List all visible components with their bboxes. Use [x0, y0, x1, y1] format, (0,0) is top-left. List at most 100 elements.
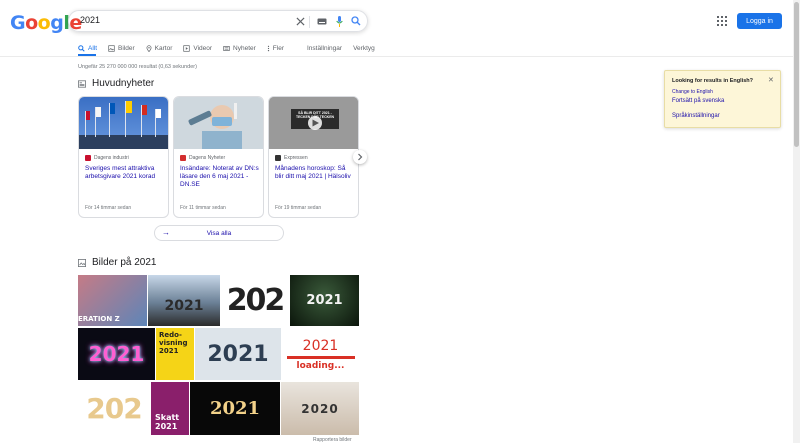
image-result[interactable]: ERATION Z — [78, 275, 147, 326]
source-name: Expressen — [284, 155, 308, 161]
news-icon — [78, 79, 86, 88]
result-stats: Ungefär 25 270 000 000 resultat (0,63 se… — [78, 64, 197, 70]
news-icon — [223, 45, 230, 51]
next-arrow-icon[interactable] — [353, 150, 367, 164]
section-title: Huvudnyheter — [92, 78, 155, 89]
image-text: loading... — [296, 360, 345, 371]
news-card[interactable]: SÅ BLIR DITT 2021 - TECKEN FÖR TECKEN Ex… — [268, 96, 359, 218]
image-result[interactable]: 2020 — [281, 382, 359, 435]
news-title[interactable]: Månadens horoskop: Så blir ditt maj 2021… — [275, 165, 355, 181]
report-images-link[interactable]: Rapportera bilder — [313, 437, 352, 443]
news-source: Dagens industri — [85, 155, 129, 161]
search-icon — [78, 44, 85, 52]
image-text: 2021 — [207, 341, 269, 367]
source-favicon-icon — [180, 155, 186, 161]
source-favicon-icon — [275, 155, 281, 161]
tab-label: Kartor — [154, 44, 173, 52]
image-text: ERATION Z — [78, 315, 120, 323]
clear-icon[interactable] — [293, 14, 307, 28]
scrollbar-thumb[interactable] — [794, 2, 799, 147]
search-divider — [309, 16, 310, 28]
search-box[interactable]: 2021 — [68, 10, 368, 32]
image-result[interactable]: 2021 loading... — [282, 328, 359, 380]
image-text: 2021 — [209, 398, 261, 419]
image-result[interactable]: 202 — [78, 382, 150, 435]
news-thumbnail — [79, 97, 168, 149]
language-prompt-title: Looking for results in English? — [672, 78, 753, 84]
language-settings-link[interactable]: Språkinställningar — [672, 113, 720, 119]
microphone-icon[interactable] — [332, 14, 346, 28]
news-card[interactable]: Dagens Nyheter Insändare: Noterat av DN:… — [173, 96, 264, 218]
image-text: 2021 — [88, 342, 145, 366]
news-time: För 14 timmar sedan — [85, 205, 132, 211]
tab-tools[interactable]: Verktyg — [353, 42, 375, 54]
loading-bar — [286, 355, 355, 359]
news-title[interactable]: Insändare: Noterat av DN:s läsare den 6 … — [180, 165, 260, 189]
image-text: 2021 — [306, 293, 343, 308]
change-to-english-link[interactable]: Change to English — [672, 89, 713, 95]
search-icon[interactable] — [349, 14, 363, 28]
news-thumbnail: SÅ BLIR DITT 2021 - TECKEN FÖR TECKEN — [269, 97, 358, 149]
image-icon — [78, 258, 86, 267]
video-icon — [183, 44, 191, 52]
image-result[interactable]: 2021 — [78, 328, 155, 380]
tab-maps[interactable]: Kartor — [146, 42, 173, 54]
tab-label: Videor — [193, 44, 213, 52]
image-text: 2021 — [302, 337, 339, 354]
image-result[interactable]: 2021 — [148, 275, 220, 326]
logo-letter: g — [50, 12, 64, 34]
thumbnail-caption: SÅ BLIR DITT 2021 - TECKEN FÖR TECKEN — [295, 111, 335, 119]
arrow-right-icon: → — [162, 228, 170, 237]
tab-label: Inställningar — [307, 44, 343, 52]
tab-label: Allt — [88, 44, 98, 52]
image-result[interactable]: 2021 — [290, 275, 359, 326]
news-time: För 19 timmar sedan — [275, 205, 322, 211]
image-text: 202 — [226, 283, 286, 318]
tab-label: Bilder — [118, 44, 135, 52]
image-text: Skatt 2021 — [155, 413, 180, 431]
image-result[interactable]: Redo-visning 2021 — [156, 328, 194, 380]
close-icon[interactable]: ✕ — [768, 76, 774, 84]
continue-swedish-link[interactable]: Fortsätt på svenska — [672, 98, 724, 104]
logo-letter: o — [37, 12, 51, 34]
news-title[interactable]: Sveriges mest attraktiva arbetsgivare 20… — [85, 165, 165, 181]
images-heading: Bilder på 2021 — [78, 257, 157, 268]
tab-settings[interactable]: Inställningar — [307, 42, 342, 54]
tab-videos[interactable]: Videor — [183, 42, 212, 54]
search-tabs: Allt Bilder Kartor Videor Nyheter Fler I… — [78, 42, 386, 56]
image-icon — [108, 44, 115, 52]
tab-images[interactable]: Bilder — [108, 42, 135, 54]
image-result[interactable]: Skatt 2021 — [151, 382, 189, 435]
logo-letter: o — [25, 12, 38, 34]
search-input[interactable]: 2021 — [80, 15, 100, 25]
section-title: Bilder på 2021 — [92, 257, 157, 268]
news-source: Expressen — [275, 155, 308, 161]
image-result[interactable]: 2021 — [190, 382, 280, 435]
map-pin-icon — [146, 44, 152, 52]
image-text: 2021 — [164, 297, 204, 314]
image-text: 2020 — [301, 401, 339, 416]
scrollbar[interactable] — [793, 0, 800, 443]
header-divider — [0, 56, 800, 57]
more-icon — [267, 45, 269, 51]
image-result[interactable]: 2021 — [195, 328, 281, 380]
news-thumbnail — [174, 97, 263, 149]
tab-news[interactable]: Nyheter — [223, 42, 256, 54]
source-favicon-icon — [85, 155, 91, 161]
view-all-button[interactable]: → Visa alla — [154, 225, 284, 241]
news-time: För 11 timmar sedan — [180, 205, 226, 211]
keyboard-icon[interactable] — [315, 14, 329, 28]
apps-grid-icon[interactable] — [717, 16, 727, 26]
news-card[interactable]: Dagens industri Sveriges mest attraktiva… — [78, 96, 169, 218]
logo-letter: G — [10, 12, 26, 34]
image-result[interactable]: 202 — [221, 275, 289, 326]
view-all-label: Visa alla — [206, 229, 232, 237]
tab-label: Nyheter — [233, 44, 256, 52]
source-name: Dagens Nyheter — [189, 155, 226, 161]
tab-more[interactable]: Fler — [267, 42, 284, 54]
source-name: Dagens industri — [94, 155, 129, 161]
tab-all[interactable]: Allt — [78, 42, 97, 54]
login-button[interactable]: Logga in — [737, 13, 782, 29]
image-text: 202 — [86, 392, 142, 425]
news-source: Dagens Nyheter — [180, 155, 225, 161]
